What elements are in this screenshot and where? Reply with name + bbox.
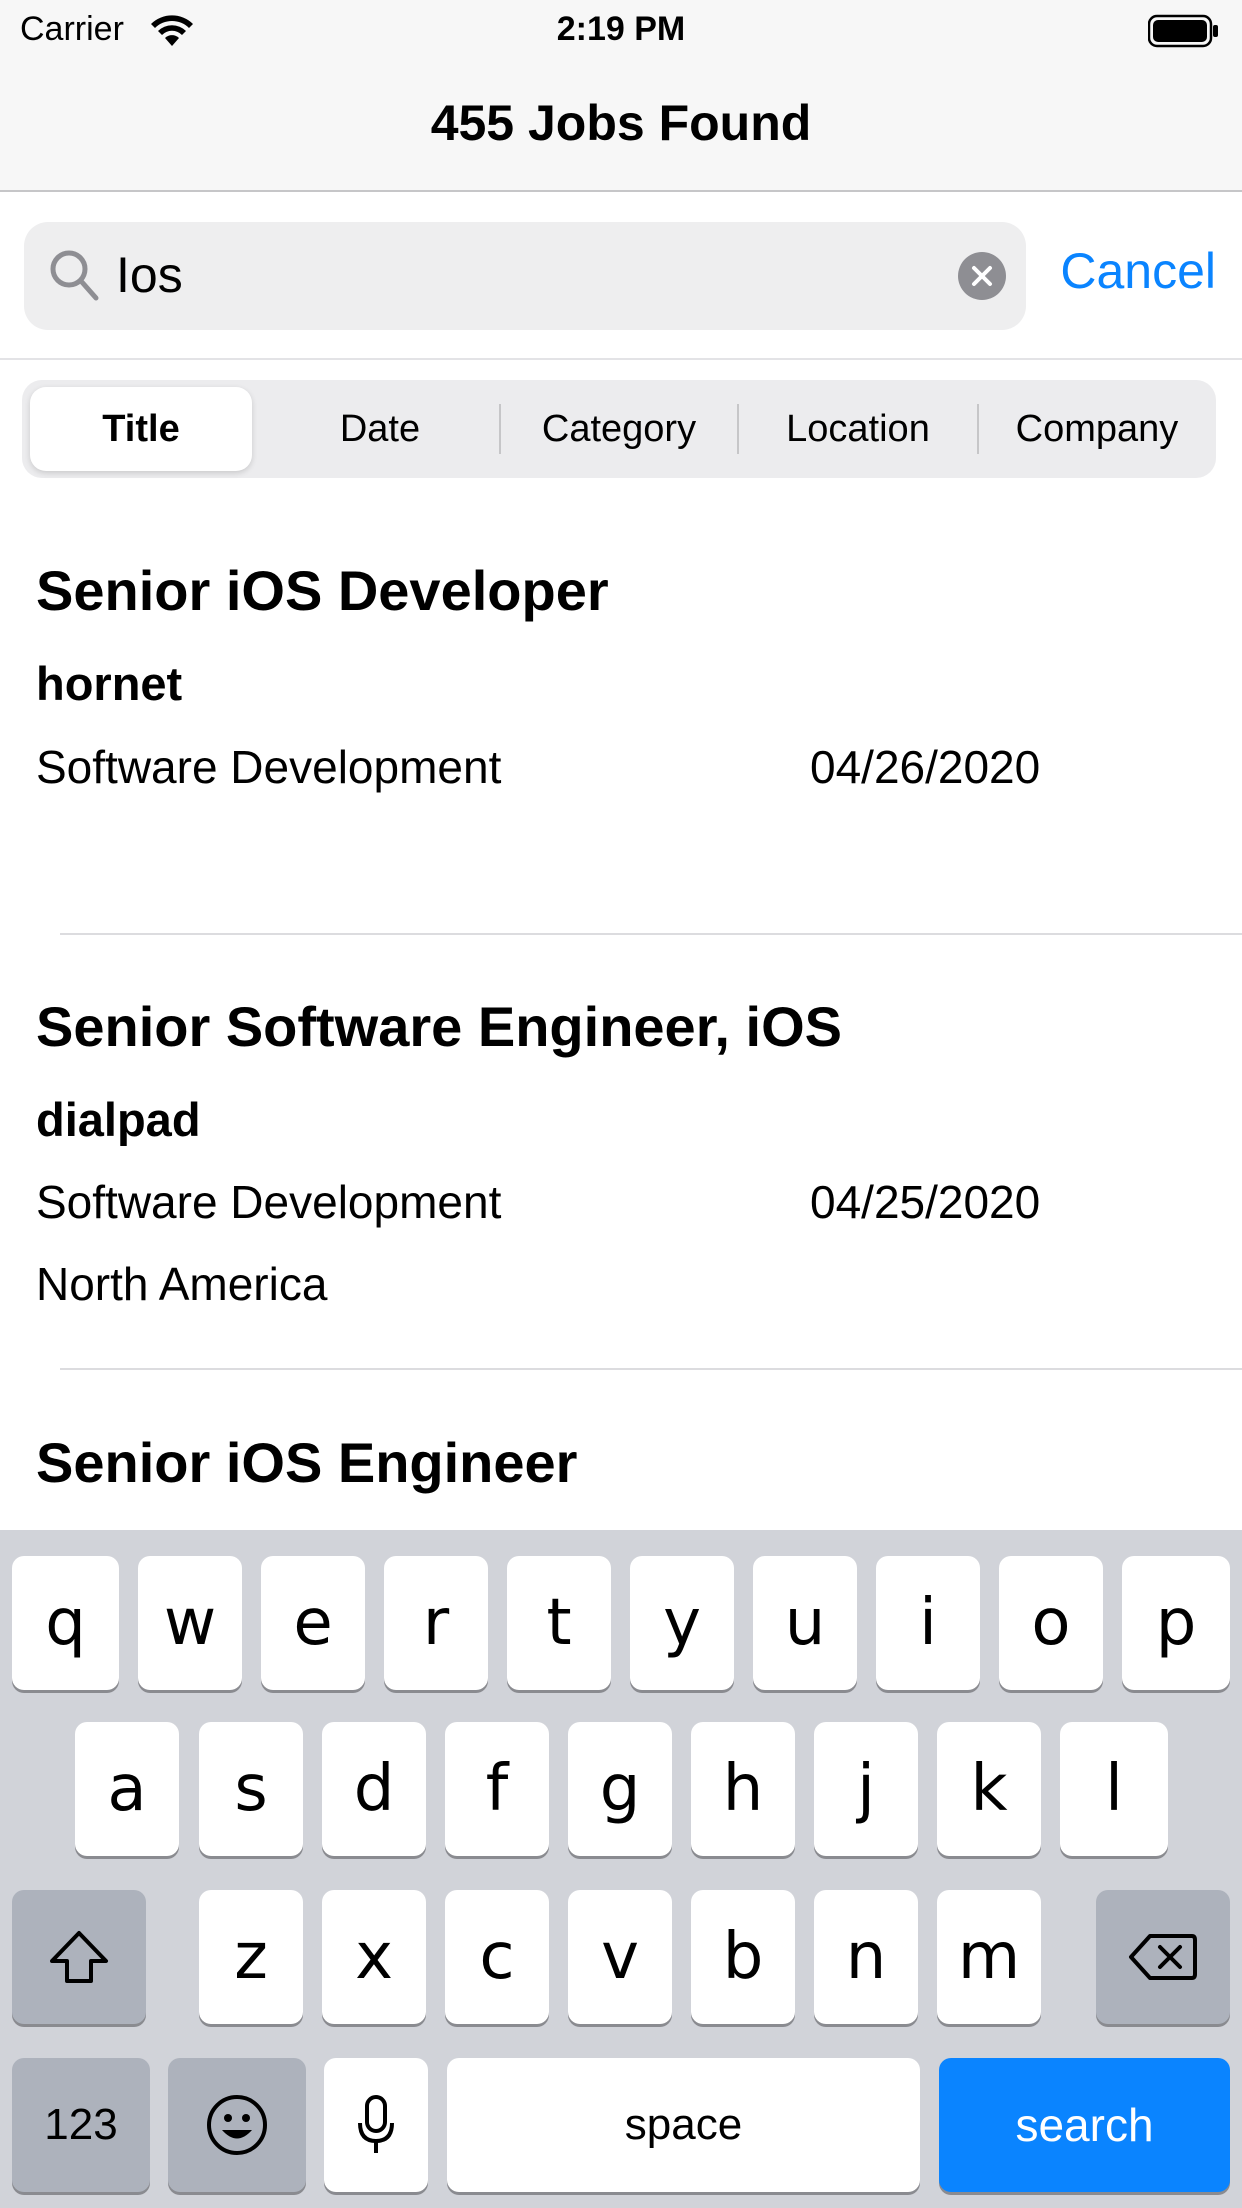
- sort-segmented-control: Title Date Category Location Company: [22, 380, 1216, 478]
- space-key[interactable]: space: [447, 2058, 920, 2192]
- key-g[interactable]: g: [568, 1722, 672, 1856]
- job-title: Senior iOS Engineer: [36, 1431, 578, 1494]
- job-category: Software Development: [36, 741, 502, 793]
- shift-key[interactable]: [12, 1890, 146, 2024]
- key-h[interactable]: h: [691, 1722, 795, 1856]
- status-bar: Carrier 2:19 PM: [0, 0, 1242, 62]
- close-icon: [972, 266, 992, 286]
- battery-icon: [1148, 14, 1218, 48]
- key-s[interactable]: s: [199, 1722, 303, 1856]
- job-date: 04/25/2020: [810, 1176, 1041, 1228]
- backspace-key[interactable]: [1096, 1890, 1230, 2024]
- navigation-bar: 455 Jobs Found: [0, 62, 1242, 192]
- key-l[interactable]: l: [1060, 1722, 1168, 1856]
- key-b[interactable]: b: [691, 1890, 795, 2024]
- row-separator: [60, 933, 1242, 935]
- job-title: Senior Software Engineer, iOS: [36, 995, 842, 1058]
- emoji-key[interactable]: [168, 2058, 306, 2192]
- key-o[interactable]: o: [999, 1556, 1103, 1690]
- key-a[interactable]: a: [75, 1722, 179, 1856]
- key-p[interactable]: p: [1122, 1556, 1230, 1690]
- job-title: Senior iOS Developer: [36, 559, 609, 622]
- keyboard: q w e r t y u i o p a s d f g h j k l z …: [0, 1530, 1242, 2208]
- key-x[interactable]: x: [322, 1890, 426, 2024]
- segment-title[interactable]: Title: [30, 387, 252, 471]
- emoji-icon: [207, 2095, 267, 2155]
- key-m[interactable]: m: [937, 1890, 1041, 2024]
- status-time: 2:19 PM: [556, 10, 686, 48]
- dictation-key[interactable]: [324, 2058, 428, 2192]
- key-f[interactable]: f: [445, 1722, 549, 1856]
- key-z[interactable]: z: [199, 1890, 303, 2024]
- segment-location[interactable]: Location: [739, 380, 977, 478]
- backspace-icon: [1129, 1934, 1197, 1980]
- search-bar: Ios Cancel: [0, 192, 1242, 360]
- cancel-button[interactable]: Cancel: [1060, 242, 1216, 300]
- key-i[interactable]: i: [876, 1556, 980, 1690]
- key-d[interactable]: d: [322, 1722, 426, 1856]
- key-e[interactable]: e: [261, 1556, 365, 1690]
- job-company: dialpad: [36, 1093, 201, 1146]
- key-t[interactable]: t: [507, 1556, 611, 1690]
- key-w[interactable]: w: [138, 1556, 242, 1690]
- numbers-key[interactable]: 123: [12, 2058, 150, 2192]
- key-n[interactable]: n: [814, 1890, 918, 2024]
- job-company: hornet: [36, 657, 183, 710]
- job-location: North America: [36, 1258, 328, 1310]
- key-v[interactable]: v: [568, 1890, 672, 2024]
- segment-date[interactable]: Date: [262, 380, 498, 478]
- page-title: 455 Jobs Found: [430, 95, 812, 151]
- key-q[interactable]: q: [12, 1556, 119, 1690]
- key-r[interactable]: r: [384, 1556, 488, 1690]
- segment-company[interactable]: Company: [979, 380, 1215, 478]
- row-separator: [60, 1368, 1242, 1370]
- search-input[interactable]: Ios: [24, 222, 1026, 330]
- shift-icon: [50, 1931, 108, 1983]
- search-icon: [50, 250, 99, 301]
- search-key[interactable]: search: [939, 2058, 1230, 2192]
- job-date: 04/26/2020: [810, 741, 1041, 793]
- key-j[interactable]: j: [814, 1722, 918, 1856]
- key-k[interactable]: k: [937, 1722, 1041, 1856]
- segment-category[interactable]: Category: [501, 380, 737, 478]
- job-category: Software Development: [36, 1176, 502, 1228]
- key-c[interactable]: c: [445, 1890, 549, 2024]
- microphone-icon: [358, 2095, 394, 2153]
- clear-search-button[interactable]: [958, 252, 1006, 300]
- key-y[interactable]: y: [630, 1556, 734, 1690]
- search-text[interactable]: Ios: [116, 246, 183, 304]
- key-u[interactable]: u: [753, 1556, 857, 1690]
